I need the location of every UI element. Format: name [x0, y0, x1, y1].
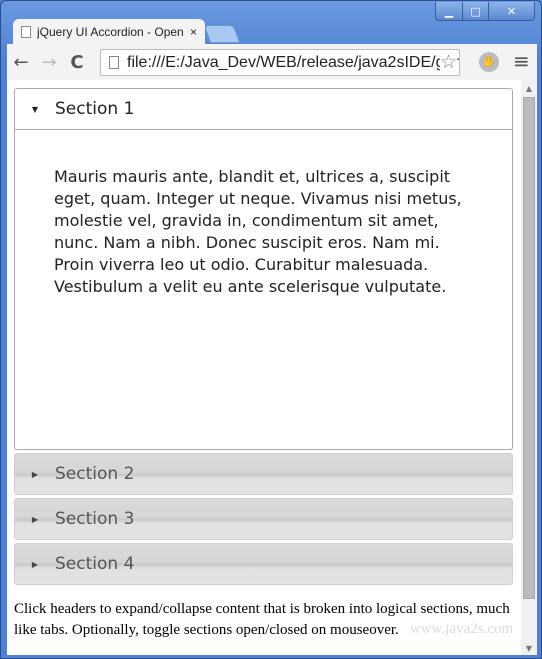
accordion-header-section-3[interactable]: ▶ Section 3	[14, 498, 513, 540]
menu-button[interactable]: ≡	[513, 49, 530, 73]
new-tab-button[interactable]	[203, 25, 241, 43]
accordion: ▼ Section 1 Mauris mauris ante, blandit …	[14, 88, 513, 585]
tab-close-icon[interactable]: ×	[190, 25, 197, 39]
browser-toolbar: ← → C file:///E:/Java_Dev/WEB/release/ja…	[7, 44, 537, 80]
triangle-right-icon: ▶	[31, 559, 39, 569]
address-bar[interactable]: file:///E:/Java_Dev/WEB/release/java2sID…	[100, 49, 460, 76]
back-button[interactable]: ←	[7, 52, 35, 73]
triangle-right-icon: ▶	[31, 469, 39, 479]
vertical-scrollbar[interactable]: ▲ ▼	[521, 80, 537, 655]
maximize-button[interactable]: □	[462, 2, 488, 20]
page-icon	[109, 56, 119, 69]
accordion-header-section-2[interactable]: ▶ Section 2	[14, 453, 513, 495]
browser-tab[interactable]: jQuery UI Accordion - Open on hoverinten…	[13, 19, 205, 45]
accordion-header-section-4[interactable]: ▶ Section 4	[14, 543, 513, 585]
url-text: file:///E:/Java_Dev/WEB/release/java2sID…	[127, 53, 460, 71]
extension-hand-icon[interactable]: ✋	[479, 52, 499, 72]
browser-window: ▁ □ ✕ jQuery UI Accordion - Open on hove…	[0, 0, 542, 659]
accordion-panel-section-1: Mauris mauris ante, blandit et, ultrices…	[14, 130, 513, 450]
tab-title: jQuery UI Accordion - Open on hoverinten…	[37, 25, 186, 39]
scrollbar-thumb[interactable]	[523, 97, 535, 599]
watermark: www.java2s.com	[410, 621, 514, 637]
accordion-header-section-1[interactable]: ▼ Section 1	[14, 88, 513, 130]
section-title: Section 1	[55, 99, 135, 119]
section-title: Section 4	[55, 554, 135, 574]
star-icon[interactable]: ☆	[439, 51, 457, 74]
forward-button[interactable]: →	[35, 52, 63, 73]
minimize-button[interactable]: ▁	[436, 2, 462, 20]
scroll-down-icon[interactable]: ▼	[521, 644, 537, 653]
triangle-right-icon: ▶	[31, 514, 39, 524]
triangle-down-icon: ▼	[31, 104, 39, 114]
window-controls: ▁ □ ✕	[435, 2, 535, 21]
section-title: Section 2	[55, 464, 135, 484]
page-icon	[21, 26, 31, 38]
section-title: Section 3	[55, 509, 135, 529]
close-window-button[interactable]: ✕	[488, 2, 534, 20]
scroll-up-icon[interactable]: ▲	[521, 84, 537, 93]
reload-button[interactable]: C	[63, 52, 91, 73]
page-content: ▼ Section 1 Mauris mauris ante, blandit …	[7, 80, 537, 655]
